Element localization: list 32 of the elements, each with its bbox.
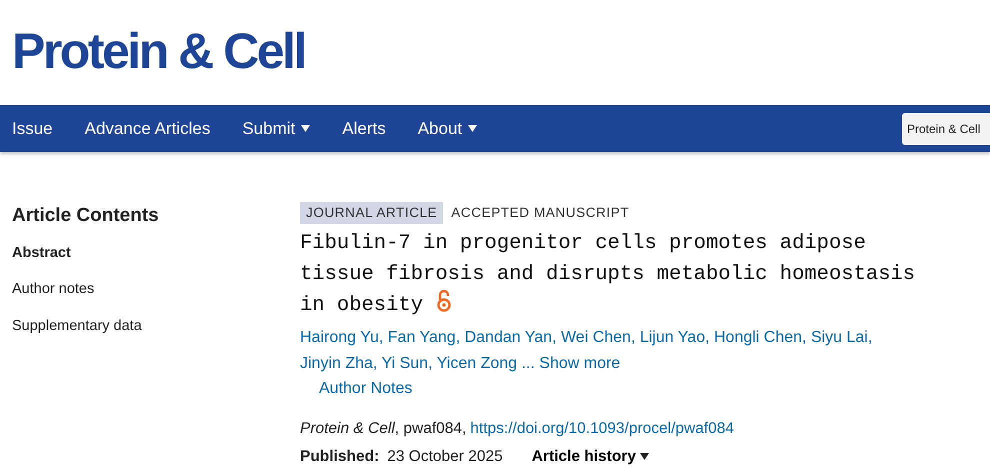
article-history-button[interactable]: Article history — [532, 444, 649, 468]
sidebar-item[interactable]: Abstract — [12, 242, 300, 264]
doi-link[interactable]: https://doi.org/10.1093/procel/pwaf084 — [470, 417, 734, 440]
author-link[interactable]: Siyu Lai, — [810, 329, 872, 346]
author-notes-link[interactable]: Author Notes — [319, 377, 412, 402]
sidebar-item[interactable]: Supplementary data — [12, 316, 300, 338]
author-link[interactable]: Hairong Yu, — [300, 329, 384, 346]
article-type-tag: JOURNAL ARTICLE — [300, 202, 444, 224]
nav-link[interactable]: About — [402, 105, 494, 152]
author-link[interactable]: Fan Yang, — [388, 329, 460, 346]
show-more-link[interactable]: Show more — [539, 355, 620, 372]
author-link[interactable]: Yi Sun, — [382, 355, 433, 372]
article-title: Fibulin-7 in progenitor cells promotes adipose tissue fibrosis and disrupts metabolic homeostasis in obesity — [300, 231, 916, 320]
nav-link[interactable]: Advance Articles — [68, 105, 226, 152]
citation: Protein & Cell, pwaf084, — [300, 419, 466, 440]
site-logo[interactable]: Protein & Cell — [0, 0, 990, 105]
author-link[interactable]: Wei Chen, — [560, 329, 636, 346]
author-link[interactable]: Dandan Yan, — [464, 329, 557, 346]
nav-link[interactable]: Submit — [226, 105, 326, 152]
caret-icon — [640, 452, 649, 460]
nav-link[interactable]: Issue — [0, 105, 69, 152]
author-link[interactable]: Yicen Zong ... — [436, 355, 535, 372]
manuscript-status: ACCEPTED MANUSCRIPT — [451, 204, 630, 222]
author-link[interactable]: Lijun Yao, — [640, 329, 710, 346]
author-link[interactable]: Jinyin Zha, — [300, 355, 378, 372]
sidebar-title: Article Contents — [12, 204, 160, 228]
published-label: Published: — [300, 446, 380, 466]
published-date: 23 October 2025 — [387, 446, 503, 466]
search-scope-field[interactable]: Protein & Cell — [902, 112, 990, 144]
author-link[interactable]: Hongli Chen, — [714, 329, 806, 346]
nav-link[interactable]: Alerts — [326, 105, 402, 152]
sidebar-item[interactable]: Author notes — [12, 279, 300, 301]
